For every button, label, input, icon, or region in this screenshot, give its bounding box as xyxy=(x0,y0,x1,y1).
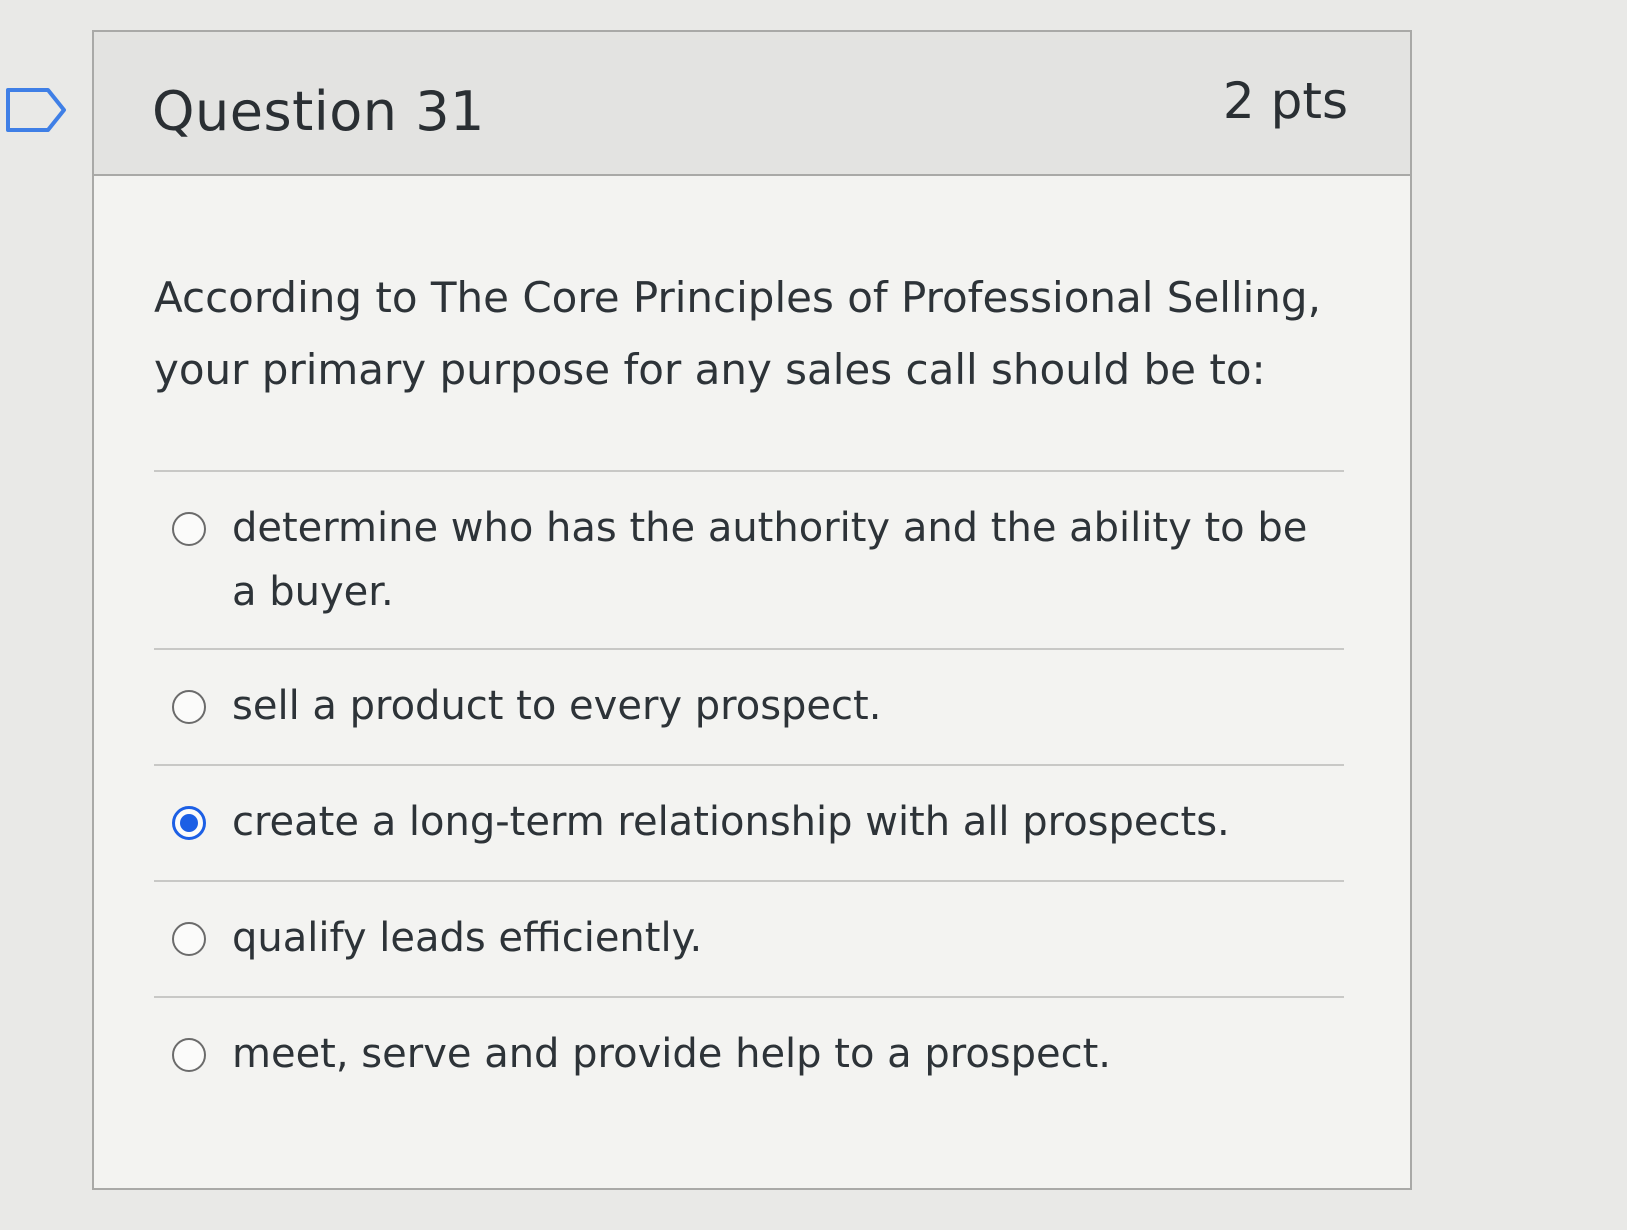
answer-label[interactable]: meet, serve and provide help to a prospe… xyxy=(232,1022,1344,1086)
question-title: Question 31 xyxy=(152,80,485,143)
question-header: Question 31 2 pts xyxy=(94,32,1410,176)
answer-label[interactable]: qualify leads efficiently. xyxy=(232,906,1344,970)
answer-label[interactable]: determine who has the authority and the … xyxy=(232,496,1344,624)
answer-option[interactable]: meet, serve and provide help to a prospe… xyxy=(154,998,1344,1118)
question-points: 2 pts xyxy=(1222,72,1348,130)
radio-button[interactable] xyxy=(172,690,206,724)
question-text: According to The Core Principles of Prof… xyxy=(154,273,1321,394)
radio-button-selected[interactable] xyxy=(172,806,206,840)
answer-option[interactable]: qualify leads efficiently. xyxy=(154,882,1344,998)
answer-option[interactable]: sell a product to every prospect. xyxy=(154,650,1344,766)
flag-question-icon[interactable] xyxy=(4,86,68,134)
answer-label[interactable]: sell a product to every prospect. xyxy=(232,674,1344,738)
answer-option[interactable]: determine who has the authority and the … xyxy=(154,472,1344,650)
radio-button[interactable] xyxy=(172,1038,206,1072)
radio-button[interactable] xyxy=(172,922,206,956)
radio-button[interactable] xyxy=(172,512,206,546)
question-card: Question 31 2 pts According to The Core … xyxy=(92,30,1412,1190)
answer-label[interactable]: create a long-term relationship with all… xyxy=(232,790,1344,854)
answer-option[interactable]: create a long-term relationship with all… xyxy=(154,766,1344,882)
answer-list: determine who has the authority and the … xyxy=(154,470,1344,1118)
